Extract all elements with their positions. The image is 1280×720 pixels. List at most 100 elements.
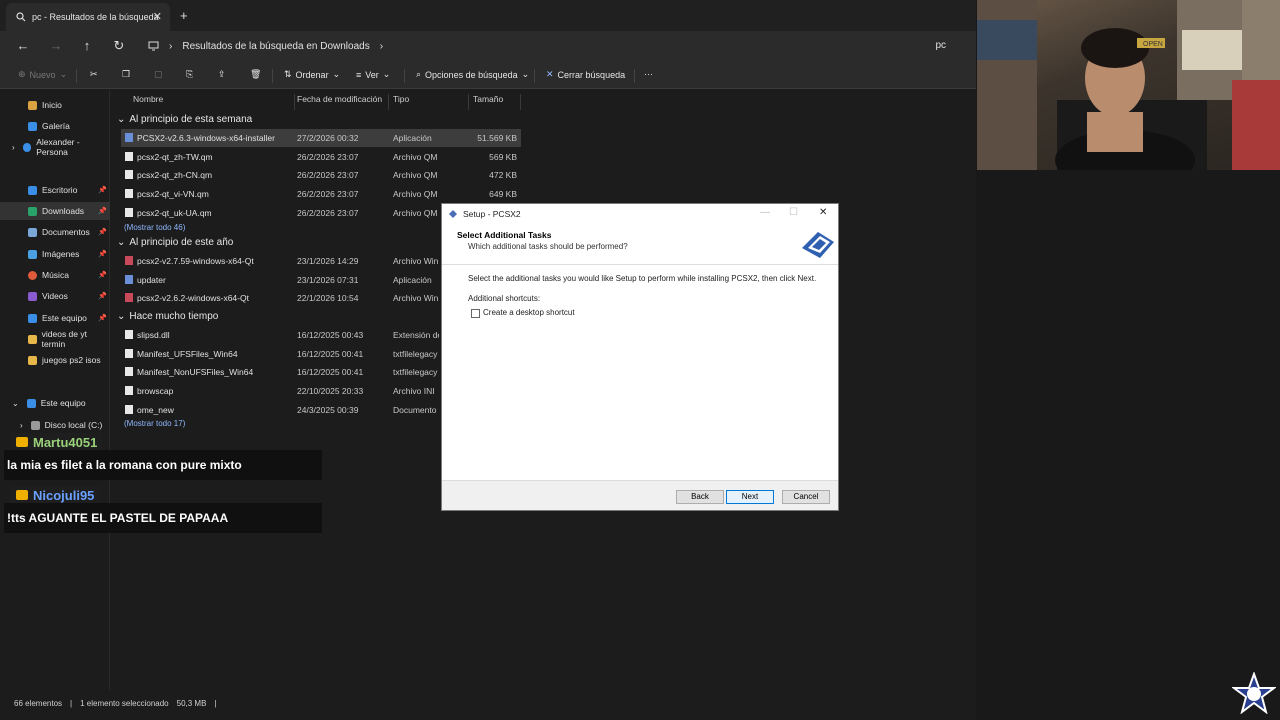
close-icon: ✕ <box>546 69 554 79</box>
column-header-name[interactable]: Nombre <box>129 94 295 110</box>
back-button[interactable]: Back <box>676 490 724 504</box>
divider <box>534 69 535 83</box>
file-type: Extensión de <box>393 330 439 340</box>
file-name: updater <box>137 275 166 285</box>
sidebar-item-escritorio[interactable]: Escritorio 📌 <box>0 181 110 199</box>
desktop-shortcut-label[interactable]: Create a desktop shortcut <box>483 308 575 317</box>
close-tab-icon[interactable]: ✕ <box>153 10 162 23</box>
table-row[interactable]: pcsx2-qt_zh-TW.qm 26/2/2026 23:07 Archiv… <box>121 148 521 166</box>
pin-icon[interactable]: 📌 <box>98 228 107 236</box>
sidebar-item-label: Alexander - Persona <box>36 137 80 157</box>
column-header-size[interactable]: Tamaño <box>469 94 521 110</box>
new-button[interactable]: ⊕ Nuevo ⌄ <box>18 69 67 80</box>
chevron-right-icon[interactable]: › <box>12 143 15 152</box>
cut-icon[interactable]: ✂ <box>90 69 98 80</box>
more-options-button[interactable]: ··· <box>644 69 653 79</box>
archive-icon <box>125 293 133 302</box>
divider: | <box>214 699 217 708</box>
dialog-title-bar[interactable]: Setup - PCSX2 — ☐ ✕ <box>442 204 838 224</box>
sidebar-item-onedrive[interactable]: › Alexander - Persona <box>0 137 110 157</box>
chevron-down-icon: ⌄ <box>59 69 68 79</box>
dialog-title: Setup - PCSX2 <box>463 209 521 219</box>
desktop-shortcut-checkbox[interactable] <box>471 309 480 318</box>
pin-icon[interactable]: 📌 <box>98 292 107 300</box>
status-bar: 66 elementos | 1 elemento seleccionado 5… <box>0 699 976 713</box>
tab-bar: pc - Resultados de la búsqueda ✕ + <box>0 0 976 31</box>
file-size: 51.569 KB <box>477 133 517 143</box>
tab-search-results[interactable]: pc - Resultados de la búsqueda ✕ <box>6 3 170 31</box>
paste-icon[interactable]: ▢ <box>154 69 163 80</box>
column-header-type[interactable]: Tipo <box>389 94 469 110</box>
file-date: 16/12/2025 00:43 <box>297 330 364 340</box>
delete-icon[interactable]: 🗑 <box>250 69 261 80</box>
back-arrow-icon[interactable]: ← <box>14 38 32 53</box>
sidebar-item-este-equipo-quick[interactable]: Este equipo 📌 <box>0 309 110 327</box>
group-header[interactable]: ⌄ Hace mucho tiempo <box>117 311 218 322</box>
address-field[interactable]: › Resultados de la búsqueda en Downloads… <box>142 35 946 57</box>
pin-icon[interactable]: 📌 <box>98 207 107 215</box>
close-search-button[interactable]: ✕ Cerrar búsqueda <box>546 69 625 80</box>
sidebar-item-label: juegos ps2 isos <box>42 355 101 365</box>
cancel-button[interactable]: Cancel <box>782 490 830 504</box>
maximize-icon[interactable]: ☐ <box>789 207 798 218</box>
refresh-icon[interactable]: ↻ <box>110 38 128 54</box>
file-type: Documento d <box>393 405 439 415</box>
background-panel <box>977 170 1280 720</box>
group-title: Al principio de esta semana <box>129 114 253 125</box>
chevron-down-icon: ⌄ <box>521 69 530 79</box>
group-header[interactable]: ⌄ Al principio de este año <box>117 237 233 248</box>
sidebar-item-label: Documentos <box>42 227 90 237</box>
copy-icon[interactable]: ❐ <box>122 69 130 80</box>
sidebar-item-inicio[interactable]: Inicio <box>0 96 110 114</box>
desktop-icon <box>28 185 37 195</box>
chevron-down-icon[interactable]: ⌄ <box>12 399 19 408</box>
breadcrumb-path[interactable]: Resultados de la búsqueda en Downloads <box>182 41 369 52</box>
sidebar-item-galeria[interactable]: Galería <box>0 117 110 135</box>
pin-icon[interactable]: 📌 <box>98 186 107 194</box>
up-arrow-icon[interactable]: ↑ <box>78 38 96 53</box>
group-header[interactable]: ⌄ Al principio de esta semana <box>117 114 252 125</box>
search-scope[interactable]: pc <box>935 40 946 51</box>
breadcrumb-chevron-icon[interactable]: › <box>380 41 383 52</box>
sidebar-item-documentos[interactable]: Documentos 📌 <box>0 223 110 241</box>
search-options-button[interactable]: ⌕ Opciones de búsqueda ⌄ <box>416 69 529 80</box>
sidebar-item-downloads[interactable]: Downloads 📌 <box>0 202 110 220</box>
file-name: pcsx2-qt_uk-UA.qm <box>137 208 212 218</box>
pin-icon[interactable]: 📌 <box>98 314 107 322</box>
table-row[interactable]: pcsx2-qt_zh-CN.qm 26/2/2026 23:07 Archiv… <box>121 166 521 184</box>
new-tab-button[interactable]: + <box>180 8 188 23</box>
pcsx2-app-icon <box>449 210 457 218</box>
file-name: ome_new <box>137 405 174 415</box>
table-row[interactable]: PCSX2-v2.6.3-windows-x64-installer 27/2/… <box>121 129 521 147</box>
pin-icon[interactable]: 📌 <box>98 271 107 279</box>
table-row[interactable]: pcsx2-qt_vi-VN.qm 26/2/2026 23:07 Archiv… <box>121 185 521 203</box>
sidebar-item-este-equipo[interactable]: ⌄ Este equipo <box>0 394 110 412</box>
minimize-icon[interactable]: — <box>760 207 770 218</box>
chevron-right-icon[interactable]: › <box>20 421 23 430</box>
sidebar-item-disco-c[interactable]: › Disco local (C:) <box>0 416 110 434</box>
sort-button[interactable]: ⇅ Ordenar ⌄ <box>284 69 340 80</box>
sidebar-item-juegos-ps2[interactable]: juegos ps2 isos <box>0 351 110 369</box>
share-icon[interactable]: ⇪ <box>218 69 226 80</box>
show-all-link[interactable]: (Mostrar todo 17) <box>124 419 185 428</box>
sidebar-item-label: Este equipo <box>40 398 86 408</box>
show-all-link[interactable]: (Mostrar todo 46) <box>124 223 185 232</box>
pc-icon <box>28 313 37 323</box>
sidebar-item-videos[interactable]: Videos 📌 <box>0 287 110 305</box>
rename-icon[interactable]: ⎘ <box>186 69 193 80</box>
document-file-icon <box>125 405 133 414</box>
dialog-instruction: Select the additional tasks you would li… <box>468 274 817 283</box>
close-icon[interactable]: ✕ <box>819 207 827 218</box>
view-button[interactable]: ≡ Ver ⌄ <box>356 69 390 80</box>
divider <box>634 69 635 83</box>
sidebar-item-videos-yt[interactable]: videos de yt termin <box>0 329 110 349</box>
sidebar-item-musica[interactable]: Música 📌 <box>0 266 110 284</box>
column-header-modified[interactable]: Fecha de modificación <box>293 94 389 110</box>
next-button[interactable]: Next <box>726 490 774 504</box>
file-date: 16/12/2025 00:41 <box>297 367 364 377</box>
sidebar-item-label: Música <box>42 270 69 280</box>
forward-arrow-icon[interactable]: → <box>47 38 65 53</box>
pin-icon[interactable]: 📌 <box>98 250 107 258</box>
sidebar-item-imagenes[interactable]: Imágenes 📌 <box>0 245 110 263</box>
view-label: Ver <box>365 69 379 80</box>
